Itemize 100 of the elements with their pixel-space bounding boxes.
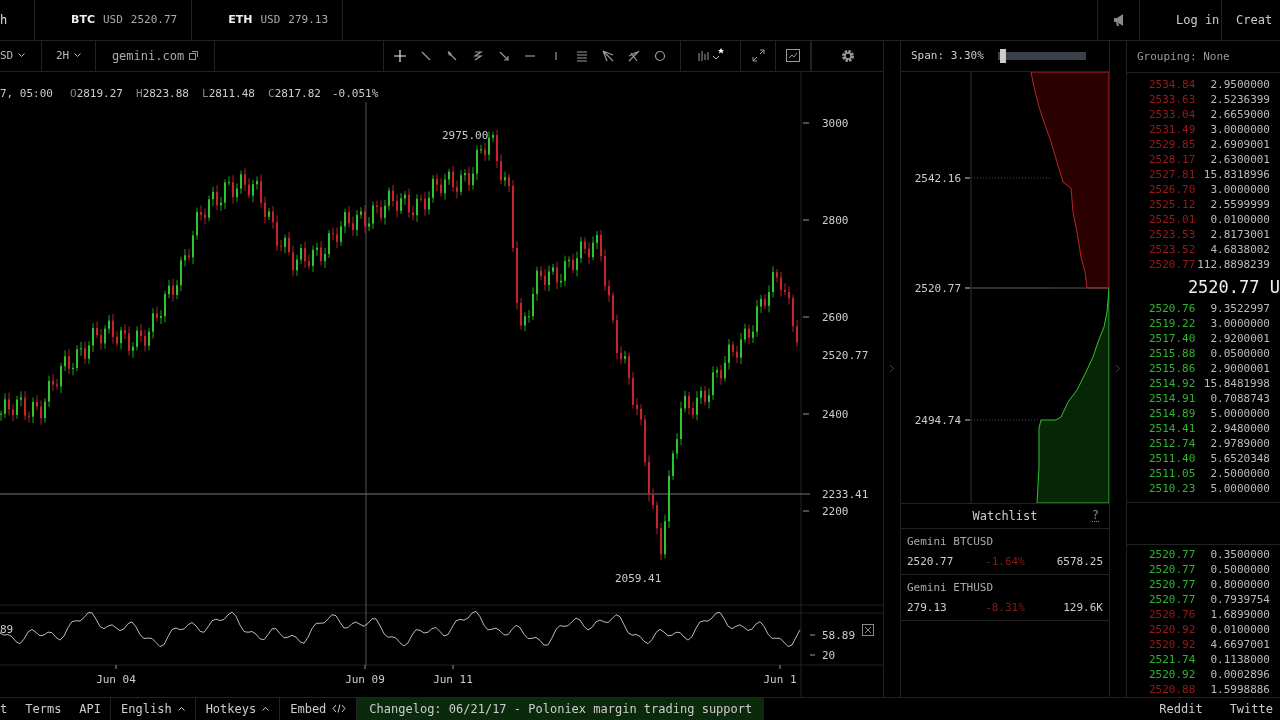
help-button[interactable]: ? bbox=[1091, 509, 1099, 522]
oscillator-value: 58.89 bbox=[822, 628, 856, 642]
ask-amount: 2.6909001 bbox=[1210, 138, 1270, 152]
ask-price: 2523.53 bbox=[1149, 228, 1196, 242]
depth-price-label: 2542.16 bbox=[914, 171, 961, 185]
ask-amount: 3.0000000 bbox=[1210, 183, 1270, 197]
ask-amount: 2.5236399 bbox=[1210, 93, 1270, 107]
trade-price: 2520.88 bbox=[1149, 682, 1196, 696]
bid-amount: 2.9200001 bbox=[1210, 332, 1270, 346]
source-link[interactable]: gemini.com bbox=[96, 40, 215, 71]
bid-price: 2520.76 bbox=[1149, 302, 1196, 316]
time-axis-label: Jun 1 bbox=[763, 672, 797, 686]
market-change: -8.31% bbox=[985, 600, 1025, 614]
low-price-label: 2059.41 bbox=[615, 571, 662, 585]
ask-price: 2523.52 bbox=[1149, 243, 1196, 257]
footer-link[interactable]: Terms bbox=[16, 701, 71, 716]
trade-amount: 1.6899000 bbox=[1210, 607, 1270, 621]
bid-price: 2511.40 bbox=[1149, 452, 1196, 466]
trade-price: 2520.92 bbox=[1149, 637, 1196, 651]
curve-tool-icon[interactable] bbox=[472, 49, 484, 62]
trade-amount: 0.5000000 bbox=[1210, 562, 1270, 576]
ask-price: 2533.04 bbox=[1149, 108, 1196, 122]
trade-price: 2521.74 bbox=[1149, 652, 1196, 666]
signup-button[interactable]: Creat bbox=[1222, 0, 1280, 40]
footer-link[interactable]: Reddit bbox=[1139, 701, 1210, 716]
trade-amount: 1.5998886 bbox=[1210, 682, 1270, 696]
watchlist-row[interactable]: Gemini ETHUSD 279.13 -8.31% 129.6K bbox=[901, 574, 1109, 621]
depth-price-label: 2494.74 bbox=[914, 413, 961, 427]
circle-icon[interactable] bbox=[654, 49, 666, 62]
line-tool-icon[interactable] bbox=[420, 49, 432, 62]
ask-price: 2528.17 bbox=[1149, 153, 1196, 167]
trade-amount: 0.3500000 bbox=[1210, 547, 1270, 561]
ask-price: 2527.81 bbox=[1149, 168, 1196, 182]
bid-amount: 3.0000000 bbox=[1210, 317, 1270, 331]
fan-tool-icon[interactable] bbox=[602, 49, 614, 62]
bid-price: 2515.88 bbox=[1149, 347, 1196, 361]
bid-amount: 0.7088743 bbox=[1210, 392, 1270, 406]
ray-tool-icon[interactable] bbox=[446, 49, 458, 62]
caret-down-icon bbox=[18, 53, 26, 59]
caret-down-icon bbox=[74, 53, 82, 59]
login-button[interactable]: Log in bbox=[1140, 0, 1222, 40]
bid-amount: 2.9789000 bbox=[1210, 437, 1270, 451]
changelog-banner[interactable]: Changelog: 06/21/17 - Poloniex margin trading support bbox=[356, 697, 765, 720]
span-slider[interactable] bbox=[997, 51, 1086, 60]
bid-amount: 5.0000000 bbox=[1210, 482, 1270, 496]
interval-dropdown[interactable]: 2H bbox=[42, 40, 96, 71]
arrow-tool-icon[interactable] bbox=[498, 49, 510, 62]
ask-price: 2525.12 bbox=[1149, 198, 1196, 212]
bid-amount: 15.8481998 bbox=[1203, 377, 1270, 391]
watchlist-row[interactable]: Gemini BTCUSD 2520.77 -1.64% 6578.25 bbox=[901, 528, 1109, 575]
fork-tool-icon[interactable] bbox=[628, 49, 640, 62]
caret-up-icon bbox=[262, 706, 270, 712]
footer-link[interactable]: t bbox=[0, 701, 17, 716]
trade-price: 2520.92 bbox=[1149, 622, 1196, 636]
nav-tab[interactable]: h bbox=[0, 0, 35, 40]
market-volume: 129.6K bbox=[1063, 600, 1103, 614]
change-value: -0.051% bbox=[332, 86, 379, 100]
plus-icon[interactable] bbox=[394, 49, 406, 62]
code-icon bbox=[332, 704, 347, 714]
ohlc-value: H2823.88 bbox=[136, 86, 189, 100]
ask-price: 2526.70 bbox=[1149, 183, 1196, 197]
bid-price: 2511.05 bbox=[1149, 467, 1196, 481]
ask-amount: 112.8898239 bbox=[1197, 258, 1270, 272]
trade-price: 2520.77 bbox=[1149, 592, 1196, 606]
bid-price: 2514.89 bbox=[1149, 407, 1196, 421]
span-label: Span: 3.30% bbox=[911, 49, 984, 63]
market-price: 2520.77 bbox=[907, 554, 954, 568]
trade-amount: 0.7939754 bbox=[1210, 592, 1270, 606]
ask-amount: 2.8173001 bbox=[1210, 228, 1270, 242]
market-change: -1.64% bbox=[985, 554, 1025, 568]
footer-link[interactable]: API bbox=[70, 701, 111, 716]
ohlc-value: O2819.27 bbox=[70, 86, 123, 100]
footer-menu[interactable]: English bbox=[110, 697, 195, 720]
ticker-tab[interactable]: ETH USD 279.13 bbox=[192, 0, 344, 40]
last-price-label: 2520.77 bbox=[822, 348, 869, 362]
market-volume: 6578.25 bbox=[1056, 554, 1103, 568]
trade-amount: 0.0002896 bbox=[1210, 667, 1270, 681]
ohlc-value: L2811.48 bbox=[202, 86, 255, 100]
ask-amount: 4.6838002 bbox=[1210, 243, 1270, 257]
footer-link[interactable]: Twitte bbox=[1209, 701, 1280, 716]
ask-price: 2531.49 bbox=[1149, 123, 1196, 137]
close-icon[interactable] bbox=[862, 623, 874, 636]
ask-amount: 15.8318996 bbox=[1203, 168, 1270, 182]
grouping-label[interactable]: Grouping: None bbox=[1137, 50, 1230, 64]
price-axis-label: 2800 bbox=[822, 213, 849, 227]
caret-up-icon bbox=[177, 706, 185, 712]
bid-price: 2512.74 bbox=[1149, 437, 1196, 451]
footer-menu[interactable]: Hotkeys bbox=[194, 697, 280, 720]
crosshair-price-label: 2233.41 bbox=[822, 487, 869, 501]
trade-price: 2520.92 bbox=[1149, 667, 1196, 681]
price-axis-label: 2600 bbox=[822, 310, 849, 324]
ticker-tab[interactable]: BTC USD 2520.77 bbox=[35, 0, 193, 40]
ohlc-value: C2817.82 bbox=[268, 86, 321, 100]
bid-price: 2519.22 bbox=[1149, 317, 1196, 331]
external-link-icon bbox=[189, 51, 199, 61]
watchlist-title: Watchlist bbox=[972, 508, 1038, 523]
ask-amount: 2.6659000 bbox=[1210, 108, 1270, 122]
pair-dropdown[interactable]: SD bbox=[0, 40, 42, 71]
price-axis-label: 2400 bbox=[822, 407, 849, 421]
megaphone-icon[interactable] bbox=[1097, 0, 1140, 40]
